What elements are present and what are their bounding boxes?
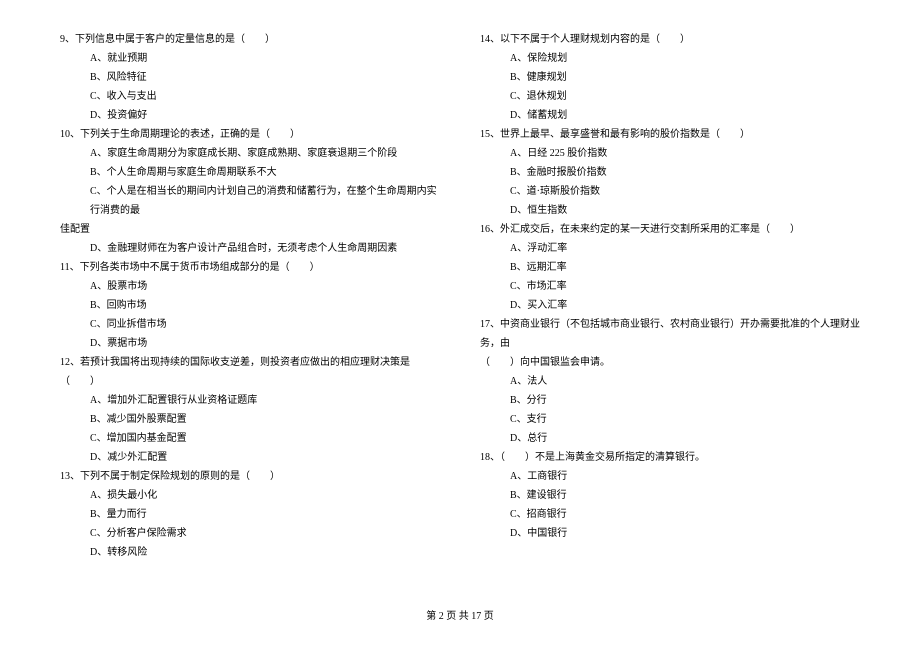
q10-choice-c: C、个人是在相当长的期间内计划自己的消费和储蓄行为，在整个生命周期内实行消费的最 — [60, 182, 440, 220]
q12-choice-b: B、减少国外股票配置 — [60, 410, 440, 429]
q9-choice-a: A、就业预期 — [60, 49, 440, 68]
q17-choice-c: C、支行 — [480, 410, 860, 429]
q10-choice-b: B、个人生命周期与家庭生命周期联系不大 — [60, 163, 440, 182]
q17-stem: 17、中资商业银行（不包括城市商业银行、农村商业银行）开办需要批准的个人理财业务… — [480, 315, 860, 353]
q14-stem: 14、以下不属于个人理财规划内容的是（ ） — [480, 30, 860, 49]
q11-stem: 11、下列各类市场中不属于货币市场组成部分的是（ ） — [60, 258, 440, 277]
q10-choice-d: D、金融理财师在为客户设计产品组合时，无须考虑个人生命周期因素 — [60, 239, 440, 258]
q11-choice-a: A、股票市场 — [60, 277, 440, 296]
page-footer: 第 2 页 共 17 页 — [60, 599, 860, 626]
q15-choice-b: B、金融时报股价指数 — [480, 163, 860, 182]
q16-choice-d: D、买入汇率 — [480, 296, 860, 315]
q16-choice-c: C、市场汇率 — [480, 277, 860, 296]
q17-choice-d: D、总行 — [480, 429, 860, 448]
q13-choice-a: A、损失最小化 — [60, 486, 440, 505]
q17-choice-b: B、分行 — [480, 391, 860, 410]
q15-stem: 15、世界上最早、最享盛誉和最有影响的股价指数是（ ） — [480, 125, 860, 144]
q9-choice-c: C、收入与支出 — [60, 87, 440, 106]
q13-choice-b: B、量力而行 — [60, 505, 440, 524]
q18-choice-c: C、招商银行 — [480, 505, 860, 524]
q18-stem: 18、（ ）不是上海黄金交易所指定的清算银行。 — [480, 448, 860, 467]
q14-choice-d: D、储蓄规划 — [480, 106, 860, 125]
q12-choice-d: D、减少外汇配置 — [60, 448, 440, 467]
q10-choice-c-cont: 佳配置 — [60, 220, 440, 239]
q17-stem-cont: （ ）向中国银监会申请。 — [480, 353, 860, 372]
q14-choice-a: A、保险规划 — [480, 49, 860, 68]
q16-choice-a: A、浮动汇率 — [480, 239, 860, 258]
q9-choice-b: B、风险特征 — [60, 68, 440, 87]
q9-choice-d: D、投资偏好 — [60, 106, 440, 125]
q18-choice-b: B、建设银行 — [480, 486, 860, 505]
q18-choice-d: D、中国银行 — [480, 524, 860, 543]
q12-choice-c: C、增加国内基金配置 — [60, 429, 440, 448]
q13-choice-c: C、分析客户保险需求 — [60, 524, 440, 543]
q11-choice-c: C、同业拆借市场 — [60, 315, 440, 334]
two-column-layout: 9、下列信息中属于客户的定量信息的是（ ） A、就业预期 B、风险特征 C、收入… — [60, 30, 860, 599]
q10-choice-a: A、家庭生命周期分为家庭成长期、家庭成熟期、家庭衰退期三个阶段 — [60, 144, 440, 163]
q9-stem: 9、下列信息中属于客户的定量信息的是（ ） — [60, 30, 440, 49]
q15-choice-d: D、恒生指数 — [480, 201, 860, 220]
q11-choice-b: B、回购市场 — [60, 296, 440, 315]
right-column: 14、以下不属于个人理财规划内容的是（ ） A、保险规划 B、健康规划 C、退休… — [480, 30, 860, 599]
q16-choice-b: B、远期汇率 — [480, 258, 860, 277]
q18-choice-a: A、工商银行 — [480, 467, 860, 486]
q13-choice-d: D、转移风险 — [60, 543, 440, 562]
q15-choice-a: A、日经 225 股价指数 — [480, 144, 860, 163]
q12-stem: 12、若预计我国将出现持续的国际收支逆差，则投资者应做出的相应理财决策是（ ） — [60, 353, 440, 391]
exam-page: 9、下列信息中属于客户的定量信息的是（ ） A、就业预期 B、风险特征 C、收入… — [0, 0, 920, 650]
q14-choice-c: C、退休规划 — [480, 87, 860, 106]
q14-choice-b: B、健康规划 — [480, 68, 860, 87]
q16-stem: 16、外汇成交后，在未来约定的某一天进行交割所采用的汇率是（ ） — [480, 220, 860, 239]
q15-choice-c: C、道·琼斯股价指数 — [480, 182, 860, 201]
q11-choice-d: D、票据市场 — [60, 334, 440, 353]
q10-stem: 10、下列关于生命周期理论的表述，正确的是（ ） — [60, 125, 440, 144]
q12-choice-a: A、增加外汇配置银行从业资格证题库 — [60, 391, 440, 410]
q17-choice-a: A、法人 — [480, 372, 860, 391]
left-column: 9、下列信息中属于客户的定量信息的是（ ） A、就业预期 B、风险特征 C、收入… — [60, 30, 440, 599]
q13-stem: 13、下列不属于制定保险规划的原则的是（ ） — [60, 467, 440, 486]
